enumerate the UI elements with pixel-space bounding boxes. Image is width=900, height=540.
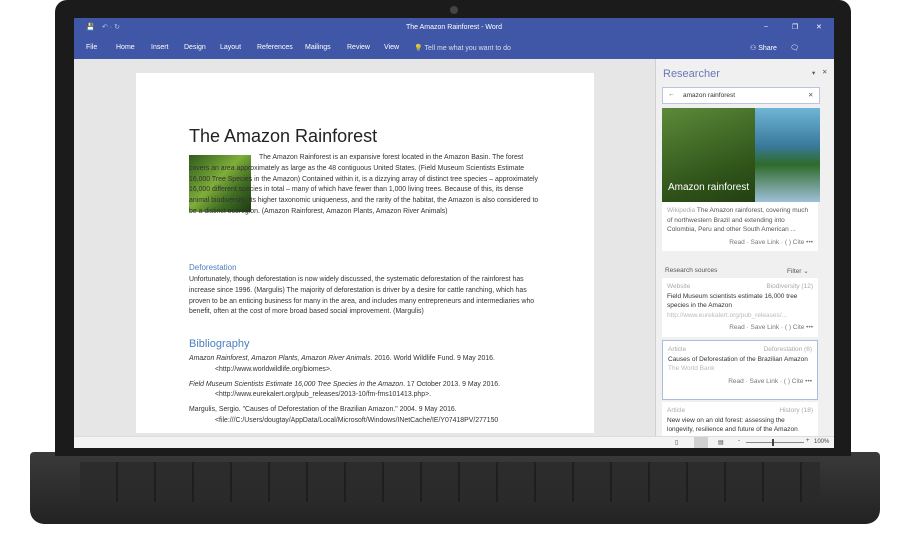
research-sources-label: Research sources — [665, 267, 718, 274]
share-label: Share — [758, 45, 777, 52]
researcher-title: Researcher — [663, 68, 720, 80]
document-page[interactable]: The Amazon Rainforest The Amazon Rainfor… — [136, 73, 594, 433]
read-mode-icon[interactable]: ▯ — [675, 439, 678, 446]
zoom-slider-thumb[interactable] — [772, 439, 774, 446]
tab-mailings[interactable]: Mailings — [305, 44, 331, 51]
tell-me-text: Tell me what you want to do — [424, 45, 511, 52]
back-arrow-icon[interactable]: ← — [668, 91, 675, 98]
zoom-out-button[interactable]: - — [738, 438, 740, 444]
print-layout-icon[interactable] — [694, 437, 708, 448]
share-button[interactable]: ⚇ Share — [750, 44, 777, 52]
tab-review[interactable]: Review — [347, 44, 370, 51]
title-bar: 💾 ↶ · ↻ The Amazon Rainforest - Word – ❐… — [74, 18, 834, 38]
comments-icon[interactable]: 🗨 — [790, 44, 799, 52]
save-link-button[interactable]: Save Link — [751, 239, 780, 246]
more-button[interactable]: ••• — [805, 378, 812, 385]
zoom-slider[interactable] — [746, 442, 804, 443]
read-button[interactable]: Read — [728, 378, 744, 385]
research-search-input[interactable]: ← amazon rainforest ✕ — [662, 87, 820, 104]
save-link-button[interactable]: Save Link — [751, 324, 780, 331]
minimize-button[interactable]: – — [764, 23, 768, 30]
section-paragraph: Unfortunately, though deforestation is n… — [189, 276, 535, 316]
word-window: 💾 ↶ · ↻ The Amazon Rainforest - Word – ❐… — [74, 18, 834, 448]
cite-button[interactable]: ( ) Cite — [785, 239, 805, 246]
lightbulb-icon: 💡 — [414, 45, 423, 52]
researcher-pane: Researcher ▾ ✕ ← amazon rainforest ✕ Ama… — [655, 59, 834, 436]
section-heading: Deforestation — [189, 263, 237, 272]
bibliography-entry: Amazon Rainforest, Amazon Plants, Amazon… — [189, 355, 495, 373]
pane-options-icon[interactable]: ▾ — [812, 69, 815, 77]
read-button[interactable]: Read — [729, 324, 745, 331]
intro-paragraph: The Amazon Rainforest is an expansive fo… — [189, 154, 539, 215]
tab-references[interactable]: References — [257, 44, 293, 51]
more-button[interactable]: ••• — [806, 239, 813, 246]
keyboard — [80, 462, 820, 502]
hero-image[interactable]: Amazon rainforest — [662, 108, 820, 202]
pane-close-icon[interactable]: ✕ — [822, 68, 827, 76]
bibliography-heading: Bibliography — [189, 338, 250, 350]
tab-home[interactable]: Home — [116, 44, 135, 51]
clear-search-icon[interactable]: ✕ — [808, 91, 813, 99]
window-title: The Amazon Rainforest - Word — [406, 24, 502, 31]
hero-caption: Amazon rainforest — [668, 182, 750, 193]
search-value: amazon rainforest — [683, 92, 736, 99]
cite-button[interactable]: ( ) Cite — [784, 378, 804, 385]
bibliography-entry: Field Museum Scientists Estimate 16,000 … — [189, 380, 501, 399]
source-card[interactable]: Article Deforestation (6) Causes of Defor… — [662, 340, 818, 400]
tab-file[interactable]: File — [86, 44, 97, 51]
more-button[interactable]: ••• — [806, 324, 813, 331]
status-bar: ▯ ▤ - + 100% — [74, 436, 834, 448]
filter-button[interactable]: Filter ⌄ — [787, 267, 809, 275]
map-thumbnails — [755, 108, 820, 202]
bibliography-entry: Margulis, Sergio. "Causes of Deforestati… — [189, 406, 499, 424]
tab-layout[interactable]: Layout — [220, 44, 241, 51]
bibliography-list: Amazon Rainforest, Amazon Plants, Amazon… — [189, 354, 549, 427]
tab-insert[interactable]: Insert — [151, 44, 169, 51]
cite-button[interactable]: ( ) Cite — [785, 324, 805, 331]
zoom-level[interactable]: 100% — [814, 439, 829, 445]
wiki-source: Wikipedia — [667, 207, 696, 214]
webcam — [450, 6, 458, 14]
tab-design[interactable]: Design — [184, 44, 206, 51]
person-icon: ⚇ — [750, 45, 757, 52]
zoom-in-button[interactable]: + — [806, 438, 810, 444]
close-button[interactable]: ✕ — [816, 23, 822, 31]
maximize-button[interactable]: ❐ — [792, 23, 798, 31]
document-title: The Amazon Rainforest — [189, 126, 378, 146]
ribbon-tabs: File Home Insert Design Layout Reference… — [74, 38, 834, 59]
wikipedia-card[interactable]: Wikipedia The Amazon rainforest, coverin… — [662, 202, 818, 251]
tab-view[interactable]: View — [384, 44, 399, 51]
source-card[interactable]: Website Biodiversity (12) Field Museum sc… — [662, 278, 818, 337]
save-link-button[interactable]: Save Link — [750, 378, 779, 385]
web-layout-icon[interactable]: ▤ — [718, 439, 724, 446]
read-button[interactable]: Read — [729, 239, 745, 246]
tell-me-box[interactable]: 💡 Tell me what you want to do — [414, 44, 511, 52]
source-card[interactable]: Article History (18) New view on an old f… — [662, 402, 818, 436]
